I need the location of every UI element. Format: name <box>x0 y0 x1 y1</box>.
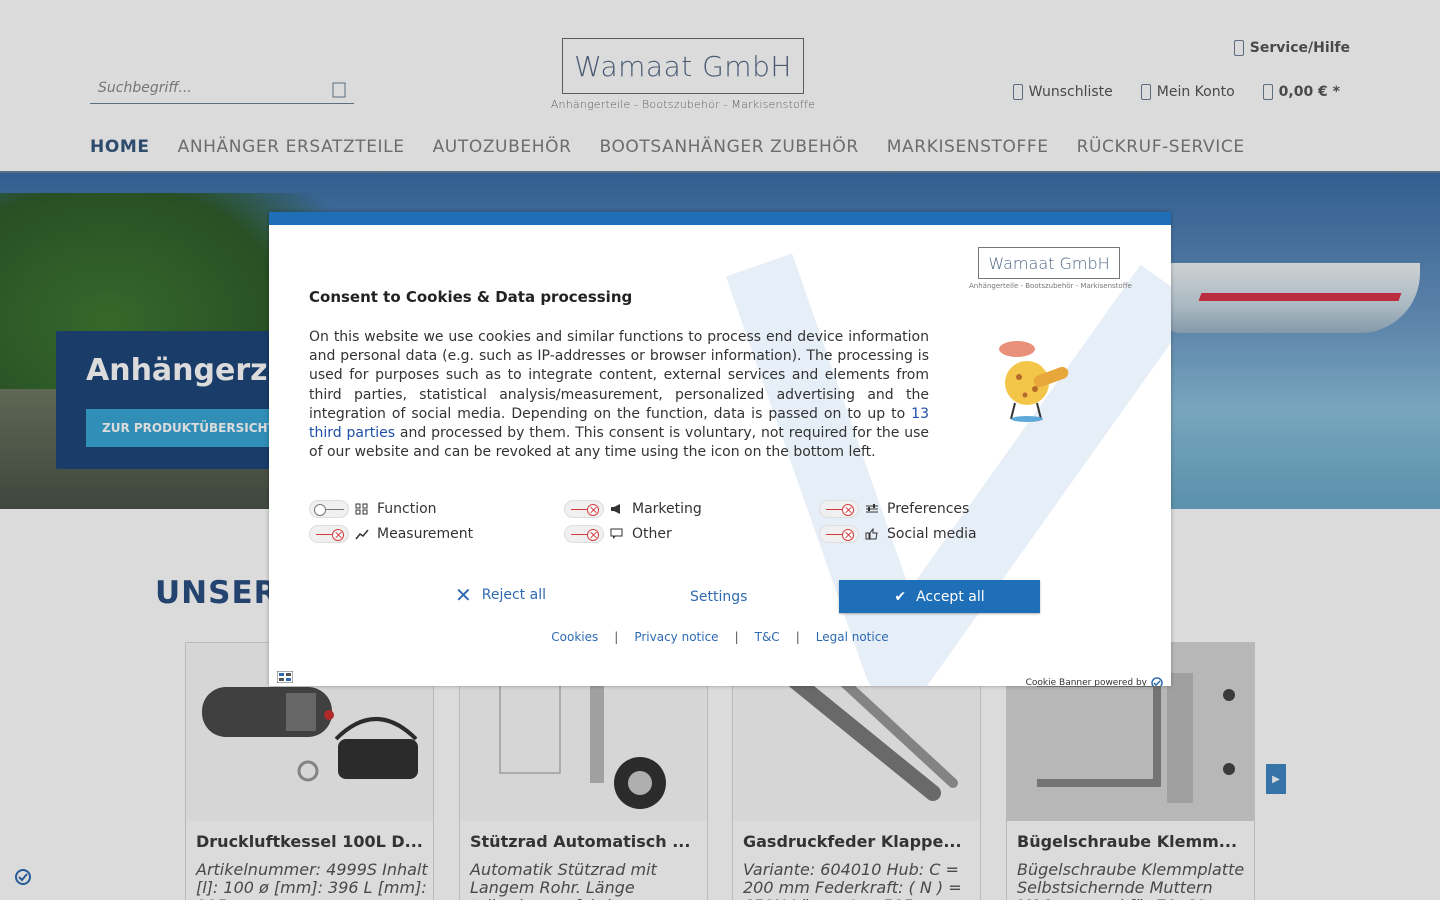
privacy-notice-link[interactable]: Privacy notice <box>634 630 718 644</box>
category-function[interactable]: Function <box>309 499 437 519</box>
chart-icon <box>355 529 369 540</box>
powered-by-label: Cookie Banner powered by <box>1025 678 1147 686</box>
thumbs-up-icon <box>865 528 878 540</box>
consent-text: On this website we use cookies and simil… <box>309 328 929 462</box>
link-separator: | <box>734 630 739 644</box>
category-label: Function <box>377 501 437 517</box>
consent-provider-icon <box>1151 677 1163 686</box>
social-media-toggle[interactable] <box>819 525 859 543</box>
terms-link[interactable]: T&C <box>755 630 780 644</box>
category-other[interactable]: Other <box>564 524 672 544</box>
consent-logo: Wamaat GmbH Anhängerteile - Bootszubehör… <box>969 247 1132 290</box>
cookie-consent-dialog: Wamaat GmbH Anhängerteile - Bootszubehör… <box>269 212 1171 686</box>
cookies-link[interactable]: Cookies <box>551 630 598 644</box>
consent-text-part1: On this website we use cookies and simil… <box>309 329 929 422</box>
powered-by[interactable]: Cookie Banner powered by <box>1026 677 1163 686</box>
function-toggle[interactable] <box>309 500 349 518</box>
consent-title: Consent to Cookies & Data processing <box>309 288 633 306</box>
other-toggle[interactable] <box>564 525 604 543</box>
category-label: Measurement <box>377 526 474 542</box>
preferences-toggle[interactable] <box>819 500 859 518</box>
consent-text-part2: and processed by them. This consent is v… <box>309 425 930 461</box>
consent-logo-tagline: Anhängerteile - Bootszubehör - Markisens… <box>969 282 1132 290</box>
reject-all-label: Reject all <box>481 587 546 603</box>
link-separator: | <box>614 630 619 644</box>
category-measurement[interactable]: Measurement <box>309 524 473 544</box>
link-separator: | <box>795 630 800 644</box>
consent-logo-name: Wamaat GmbH <box>988 253 1110 273</box>
marketing-toggle[interactable] <box>564 500 604 518</box>
category-preferences[interactable]: Preferences <box>819 499 969 519</box>
reject-all-button[interactable]: ✕ Reject all <box>455 583 546 607</box>
category-social-media[interactable]: Social media <box>819 524 977 544</box>
category-label: Marketing <box>632 501 702 517</box>
function-icon <box>355 503 368 515</box>
sliders-icon <box>866 504 878 513</box>
accept-all-button[interactable]: ✔ Accept all <box>839 580 1040 613</box>
category-label: Other <box>632 526 672 542</box>
category-marketing[interactable]: Marketing <box>564 499 702 519</box>
language-icon[interactable] <box>277 671 293 683</box>
settings-button[interactable]: Settings <box>690 589 747 605</box>
accept-all-label: Accept all <box>916 588 985 605</box>
category-label: Preferences <box>887 501 970 517</box>
megaphone-icon <box>611 504 620 514</box>
measurement-toggle[interactable] <box>309 525 349 543</box>
close-icon: ✕ <box>455 583 472 607</box>
category-label: Social media <box>887 526 977 542</box>
chat-icon <box>610 528 623 539</box>
legal-notice-link[interactable]: Legal notice <box>816 630 889 644</box>
checkmark-icon: ✔ <box>894 588 907 605</box>
cookie-mascot-icon <box>999 341 1069 422</box>
consent-footer-links: Cookies | Privacy notice | T&C | Legal n… <box>269 630 1171 644</box>
